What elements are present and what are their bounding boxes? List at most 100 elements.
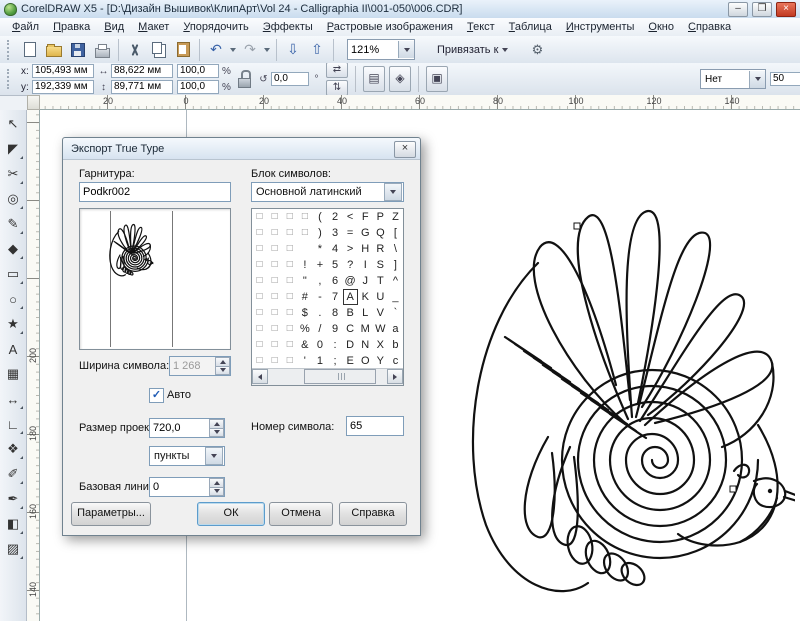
- menu-item-файл[interactable]: Файл: [6, 20, 45, 34]
- char-cell[interactable]: _: [388, 289, 403, 305]
- units-dropdown-arrow[interactable]: [205, 447, 223, 465]
- freehand-tool[interactable]: ✎: [2, 213, 24, 235]
- crop-tool[interactable]: ✂: [2, 163, 24, 185]
- char-cell[interactable]: a: [388, 321, 403, 337]
- symbol-block-combo[interactable]: Основной латинский: [251, 182, 404, 202]
- auto-checkbox[interactable]: ✓: [149, 388, 164, 403]
- dialog-close-button[interactable]: ×: [394, 141, 416, 158]
- char-cell[interactable]: ;: [328, 353, 343, 369]
- options-button[interactable]: Параметры...: [71, 502, 151, 526]
- scroll-right-arrow[interactable]: [387, 369, 403, 384]
- char-cell[interactable]: Z: [388, 209, 403, 225]
- char-cell[interactable]: c: [388, 353, 403, 369]
- zoom-dropdown-arrow[interactable]: [398, 41, 414, 58]
- char-cell[interactable]: ^: [388, 273, 403, 289]
- menu-item-вид[interactable]: Вид: [98, 20, 130, 34]
- char-cell[interactable]: ): [312, 225, 327, 241]
- char-cell[interactable]: □: [252, 305, 267, 321]
- symbol-block-dropdown-arrow[interactable]: [384, 183, 402, 201]
- scrollbar-track[interactable]: [268, 369, 387, 385]
- help-button[interactable]: Справка: [339, 502, 407, 526]
- char-cell[interactable]: P: [373, 209, 388, 225]
- char-cell[interactable]: □: [252, 257, 267, 273]
- char-cell[interactable]: 4: [328, 241, 343, 257]
- char-cell[interactable]: □: [282, 305, 297, 321]
- char-cell[interactable]: □: [252, 273, 267, 289]
- char-cell[interactable]: W: [373, 321, 388, 337]
- pick-tool[interactable]: ↖: [2, 113, 24, 135]
- char-cell[interactable]: □: [282, 209, 297, 225]
- connector-tool[interactable]: ∟: [2, 413, 24, 435]
- char-cell[interactable]: &: [297, 337, 312, 353]
- clipped-edge-field[interactable]: 50: [770, 72, 800, 86]
- char-cell[interactable]: F: [358, 209, 373, 225]
- mirror-horizontal-button[interactable]: ⇄: [326, 63, 348, 78]
- char-cell[interactable]: ': [297, 353, 312, 369]
- char-cell[interactable]: /: [312, 321, 327, 337]
- char-cell[interactable]: L: [358, 305, 373, 321]
- grid-horizontal-scrollbar[interactable]: [252, 368, 403, 385]
- menu-item-окно[interactable]: Окно: [642, 20, 680, 34]
- char-cell[interactable]: Q: [373, 225, 388, 241]
- menu-item-эффекты[interactable]: Эффекты: [257, 20, 319, 34]
- char-cell[interactable]: □: [282, 257, 297, 273]
- char-cell[interactable]: 6: [328, 273, 343, 289]
- char-cell[interactable]: D: [343, 337, 358, 353]
- char-cell[interactable]: A: [343, 289, 358, 305]
- misc-button-2[interactable]: ◈: [389, 66, 411, 92]
- char-cell[interactable]: ]: [388, 257, 403, 273]
- table-tool[interactable]: ▦: [2, 363, 24, 385]
- undo-dropdown-arrow[interactable]: [229, 39, 237, 61]
- char-cell[interactable]: □: [267, 209, 282, 225]
- save-icon[interactable]: [67, 39, 89, 61]
- text-tool[interactable]: А: [2, 338, 24, 360]
- char-cell[interactable]: *: [312, 241, 327, 257]
- char-cell[interactable]: +: [312, 257, 327, 273]
- char-cell[interactable]: ": [297, 273, 312, 289]
- menu-item-упорядочить[interactable]: Упорядочить: [177, 20, 254, 34]
- cut-icon[interactable]: [124, 39, 146, 61]
- misc-button-3[interactable]: ▣: [426, 66, 448, 92]
- char-cell[interactable]: □: [252, 321, 267, 337]
- char-cell[interactable]: 7: [328, 289, 343, 305]
- zoom-tool[interactable]: ◎: [2, 188, 24, 210]
- redo-icon[interactable]: ↷: [239, 39, 261, 61]
- mirror-vertical-button[interactable]: ⇅: [326, 80, 348, 96]
- char-cell[interactable]: 8: [328, 305, 343, 321]
- char-cell[interactable]: □: [282, 241, 297, 257]
- char-cell[interactable]: H: [358, 241, 373, 257]
- char-cell[interactable]: !: [297, 257, 312, 273]
- project-size-input[interactable]: [150, 419, 209, 437]
- baseline-input[interactable]: [150, 478, 209, 496]
- char-cell[interactable]: M: [358, 321, 373, 337]
- symbol-width-spinner[interactable]: [215, 357, 230, 375]
- char-cell[interactable]: □: [252, 289, 267, 305]
- scale-y-field[interactable]: 100,0: [177, 80, 219, 94]
- char-cell[interactable]: I: [358, 257, 373, 273]
- char-cell[interactable]: □: [252, 225, 267, 241]
- char-cell[interactable]: O: [358, 353, 373, 369]
- new-document-icon[interactable]: [19, 39, 41, 61]
- char-cell[interactable]: $: [297, 305, 312, 321]
- zoom-level-combo[interactable]: [347, 39, 415, 60]
- outline-width-combo[interactable]: Нет: [700, 69, 766, 89]
- char-cell[interactable]: U: [373, 289, 388, 305]
- polygon-tool[interactable]: ★: [2, 313, 24, 335]
- rectangle-tool[interactable]: ▭: [2, 263, 24, 285]
- char-cell[interactable]: □: [267, 289, 282, 305]
- import-icon[interactable]: ⇩: [282, 39, 304, 61]
- char-cell[interactable]: ,: [312, 273, 327, 289]
- blend-tool[interactable]: ❖: [2, 438, 24, 460]
- char-cell[interactable]: <: [343, 209, 358, 225]
- char-cell[interactable]: T: [373, 273, 388, 289]
- outline-pen-tool[interactable]: ✒: [2, 488, 24, 510]
- calligraphic-bird-drawing[interactable]: [420, 185, 795, 600]
- char-cell[interactable]: 1: [312, 353, 327, 369]
- print-icon[interactable]: [91, 39, 113, 61]
- ellipse-tool[interactable]: ○: [2, 288, 24, 310]
- char-cell[interactable]: 9: [328, 321, 343, 337]
- char-cell[interactable]: Y: [373, 353, 388, 369]
- char-cell[interactable]: □: [282, 225, 297, 241]
- toolbar-grip[interactable]: [7, 40, 14, 60]
- char-cell[interactable]: □: [267, 353, 282, 369]
